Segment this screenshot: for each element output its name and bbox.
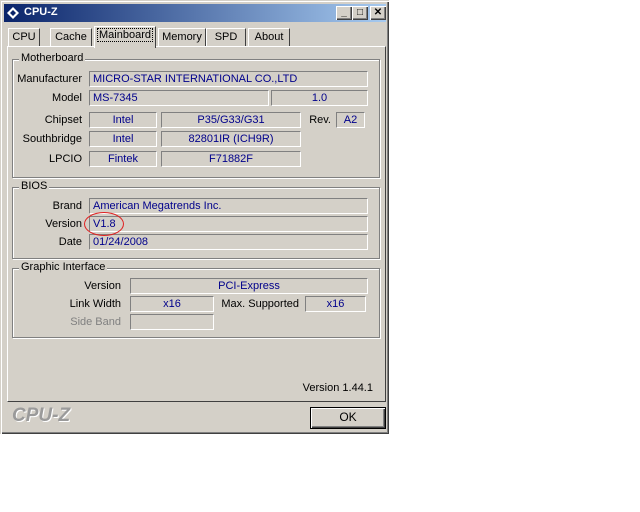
max-supported-label: Max. Supported bbox=[221, 298, 299, 310]
close-button[interactable]: ✕ bbox=[370, 6, 386, 20]
bios-version-value: V1.8 bbox=[89, 216, 368, 232]
motherboard-group-title: Motherboard bbox=[19, 52, 86, 64]
chipset-revision-value: A2 bbox=[336, 112, 365, 128]
manufacturer-label: Manufacturer bbox=[17, 73, 82, 85]
model-value: MS-7345 bbox=[89, 90, 269, 106]
revision-label: Rev. bbox=[309, 114, 331, 126]
southbridge-label: Southbridge bbox=[22, 133, 82, 145]
bios-date-label: Date bbox=[58, 236, 82, 248]
tab-cache[interactable]: Cache bbox=[50, 28, 92, 47]
cpuz-window: CPU-Z _ □ ✕ CPU Cache Mainboard Memory S… bbox=[0, 0, 389, 434]
maximize-button[interactable]: □ bbox=[352, 6, 368, 20]
title-bar[interactable]: CPU-Z _ □ ✕ bbox=[4, 4, 386, 22]
southbridge-vendor-value: Intel bbox=[89, 131, 157, 147]
lpcio-vendor-value: Fintek bbox=[89, 151, 157, 167]
close-icon: ✕ bbox=[373, 7, 383, 18]
max-supported-value: x16 bbox=[305, 296, 366, 312]
graphic-version-value: PCI-Express bbox=[130, 278, 368, 294]
tab-memory[interactable]: Memory bbox=[158, 28, 206, 47]
side-band-label: Side Band bbox=[70, 316, 121, 328]
bios-brand-value: American Megatrends Inc. bbox=[89, 198, 368, 214]
chipset-label: Chipset bbox=[44, 114, 82, 126]
red-circle-annotation bbox=[84, 212, 124, 236]
cpuz-app-icon bbox=[7, 7, 19, 19]
maximize-icon: □ bbox=[356, 7, 364, 18]
link-width-value: x16 bbox=[130, 296, 214, 312]
ok-button[interactable]: OK bbox=[310, 407, 386, 429]
link-width-label: Link Width bbox=[69, 298, 121, 310]
tab-spd[interactable]: SPD bbox=[206, 28, 246, 47]
lpcio-name-value: F71882F bbox=[161, 151, 301, 167]
window-title: CPU-Z bbox=[24, 6, 58, 18]
graphic-interface-group-title: Graphic Interface bbox=[19, 261, 108, 273]
tab-cpu[interactable]: CPU bbox=[8, 28, 40, 47]
graphic-version-label: Version bbox=[84, 280, 121, 292]
minimize-button[interactable]: _ bbox=[336, 6, 352, 20]
chipset-name-value: P35/G33/G31 bbox=[161, 112, 301, 128]
cpuz-logo: CPU-Z bbox=[12, 405, 71, 426]
side-band-value bbox=[130, 314, 214, 330]
minimize-icon: _ bbox=[341, 7, 347, 18]
version-text: Version 1.44.1 bbox=[302, 382, 373, 394]
tab-about[interactable]: About bbox=[248, 28, 290, 47]
bios-group-title: BIOS bbox=[19, 180, 50, 192]
bios-date-value: 01/24/2008 bbox=[89, 234, 368, 250]
chipset-vendor-value: Intel bbox=[89, 112, 157, 128]
tab-mainboard[interactable]: Mainboard bbox=[94, 26, 156, 48]
bios-brand-label: Brand bbox=[52, 200, 82, 212]
southbridge-name-value: 82801IR (ICH9R) bbox=[161, 131, 301, 147]
model-revision-value: 1.0 bbox=[271, 90, 368, 106]
bios-version-label: Version bbox=[45, 218, 82, 230]
manufacturer-value: MICRO-STAR INTERNATIONAL CO.,LTD bbox=[89, 71, 368, 87]
lpcio-label: LPCIO bbox=[48, 153, 82, 165]
model-label: Model bbox=[52, 92, 82, 104]
